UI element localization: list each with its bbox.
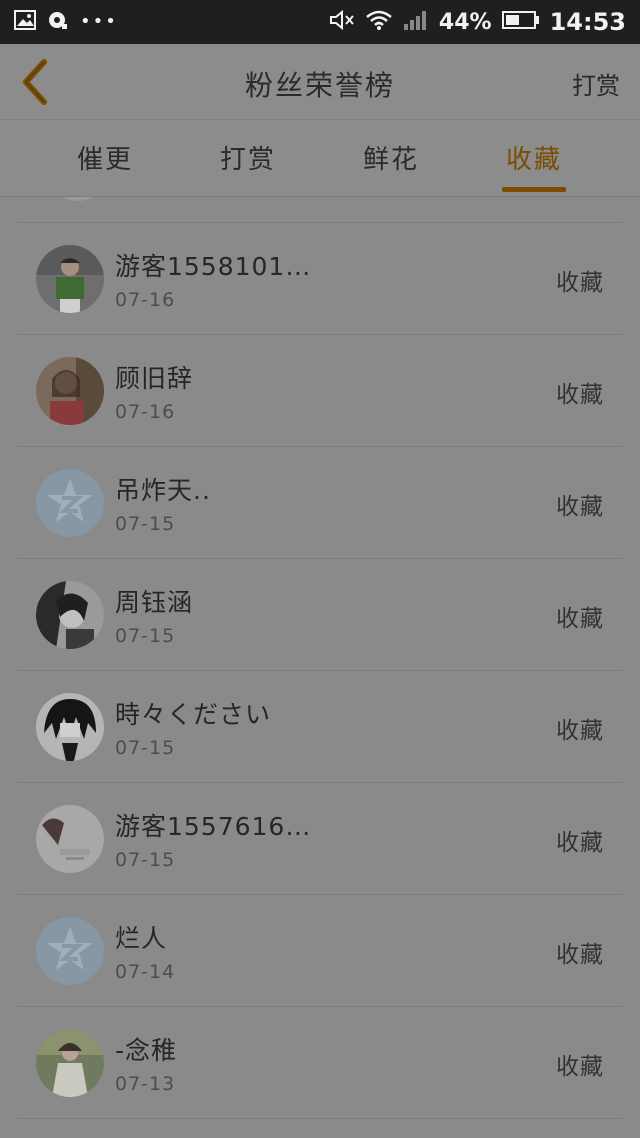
app-notification-icon bbox=[48, 10, 68, 34]
user-name: 烂人 bbox=[115, 924, 168, 953]
favorite-label: 收藏 bbox=[556, 942, 604, 968]
avatar[interactable] bbox=[36, 805, 104, 873]
favorite-label: 收藏 bbox=[556, 606, 604, 632]
avatar[interactable] bbox=[36, 245, 104, 313]
mute-icon bbox=[329, 9, 355, 35]
avatar[interactable] bbox=[36, 581, 104, 649]
user-name: 顾旧辞 bbox=[115, 364, 194, 393]
user-name: 吊炸天.. bbox=[115, 476, 211, 505]
favorite-label: 收藏 bbox=[556, 270, 604, 296]
favorite-label: 收藏 bbox=[556, 1054, 604, 1080]
user-name: -念稚 bbox=[115, 1036, 178, 1065]
tab-favorites[interactable]: 收藏 bbox=[489, 139, 579, 176]
list-item[interactable]: 時々ください 07-15 收藏 bbox=[18, 671, 622, 783]
favorite-label: 收藏 bbox=[556, 718, 604, 744]
date: 07-15 bbox=[115, 513, 176, 535]
user-name: 游客1557616… bbox=[115, 812, 312, 841]
avatar bbox=[52, 197, 104, 201]
favorite-label: 收藏 bbox=[556, 494, 604, 520]
more-notifications-icon: ••• bbox=[80, 11, 118, 32]
default-avatar-icon[interactable] bbox=[36, 469, 104, 537]
favorite-label: 收藏 bbox=[556, 830, 604, 856]
tab-flowers[interactable]: 鲜花 bbox=[346, 139, 436, 176]
image-notification-icon bbox=[14, 10, 36, 34]
list-item[interactable]: 烂人 07-14 收藏 bbox=[18, 895, 622, 1007]
date: 07-15 bbox=[115, 625, 176, 647]
wifi-icon bbox=[365, 9, 393, 35]
status-bar: ••• 44% 14:53 bbox=[0, 0, 640, 44]
list-item[interactable]: 吊炸天.. 07-15 收藏 bbox=[18, 447, 622, 559]
tab-urge[interactable]: 催更 bbox=[60, 139, 150, 176]
list-item[interactable]: -念稚 07-13 收藏 bbox=[18, 1007, 622, 1119]
user-name: 游客1558101… bbox=[115, 252, 312, 281]
date: 07-14 bbox=[115, 961, 176, 983]
user-name: 周钰涵 bbox=[115, 588, 194, 617]
clock: 14:53 bbox=[549, 8, 626, 36]
tab-reward[interactable]: 打赏 bbox=[203, 139, 293, 176]
favorite-label: 收藏 bbox=[556, 382, 604, 408]
page-title: 粉丝荣誉榜 bbox=[244, 69, 395, 102]
date: 07-15 bbox=[115, 849, 176, 871]
reward-button[interactable]: 打赏 bbox=[572, 66, 620, 101]
tab-bar: 催更 打赏 鲜花 收藏 bbox=[0, 121, 640, 197]
avatar[interactable] bbox=[36, 693, 104, 761]
signal-icon bbox=[403, 9, 429, 35]
fan-list[interactable]: 游客1558101… 07-16 收藏 顾旧辞 07-16 收藏 吊炸天.. 0… bbox=[0, 197, 640, 1138]
date: 07-15 bbox=[115, 737, 176, 759]
list-item[interactable]: 周钰涵 07-15 收藏 bbox=[18, 559, 622, 671]
default-avatar-icon[interactable] bbox=[36, 917, 104, 985]
date: 07-16 bbox=[115, 289, 176, 311]
list-item-partial bbox=[18, 197, 622, 223]
list-item[interactable]: 游客1557616… 07-15 收藏 bbox=[18, 783, 622, 895]
top-bar: 粉丝荣誉榜 打赏 bbox=[0, 44, 640, 120]
date: 07-13 bbox=[115, 1073, 176, 1095]
battery-icon bbox=[501, 10, 540, 34]
battery-percent: 44% bbox=[438, 9, 492, 35]
avatar[interactable] bbox=[36, 1029, 104, 1097]
list-item[interactable]: 顾旧辞 07-16 收藏 bbox=[18, 335, 622, 447]
avatar[interactable] bbox=[36, 357, 104, 425]
active-tab-indicator bbox=[502, 187, 566, 192]
user-name: 時々ください bbox=[115, 700, 272, 729]
list-item[interactable]: 游客1558101… 07-16 收藏 bbox=[18, 223, 622, 335]
date: 07-16 bbox=[115, 401, 176, 423]
